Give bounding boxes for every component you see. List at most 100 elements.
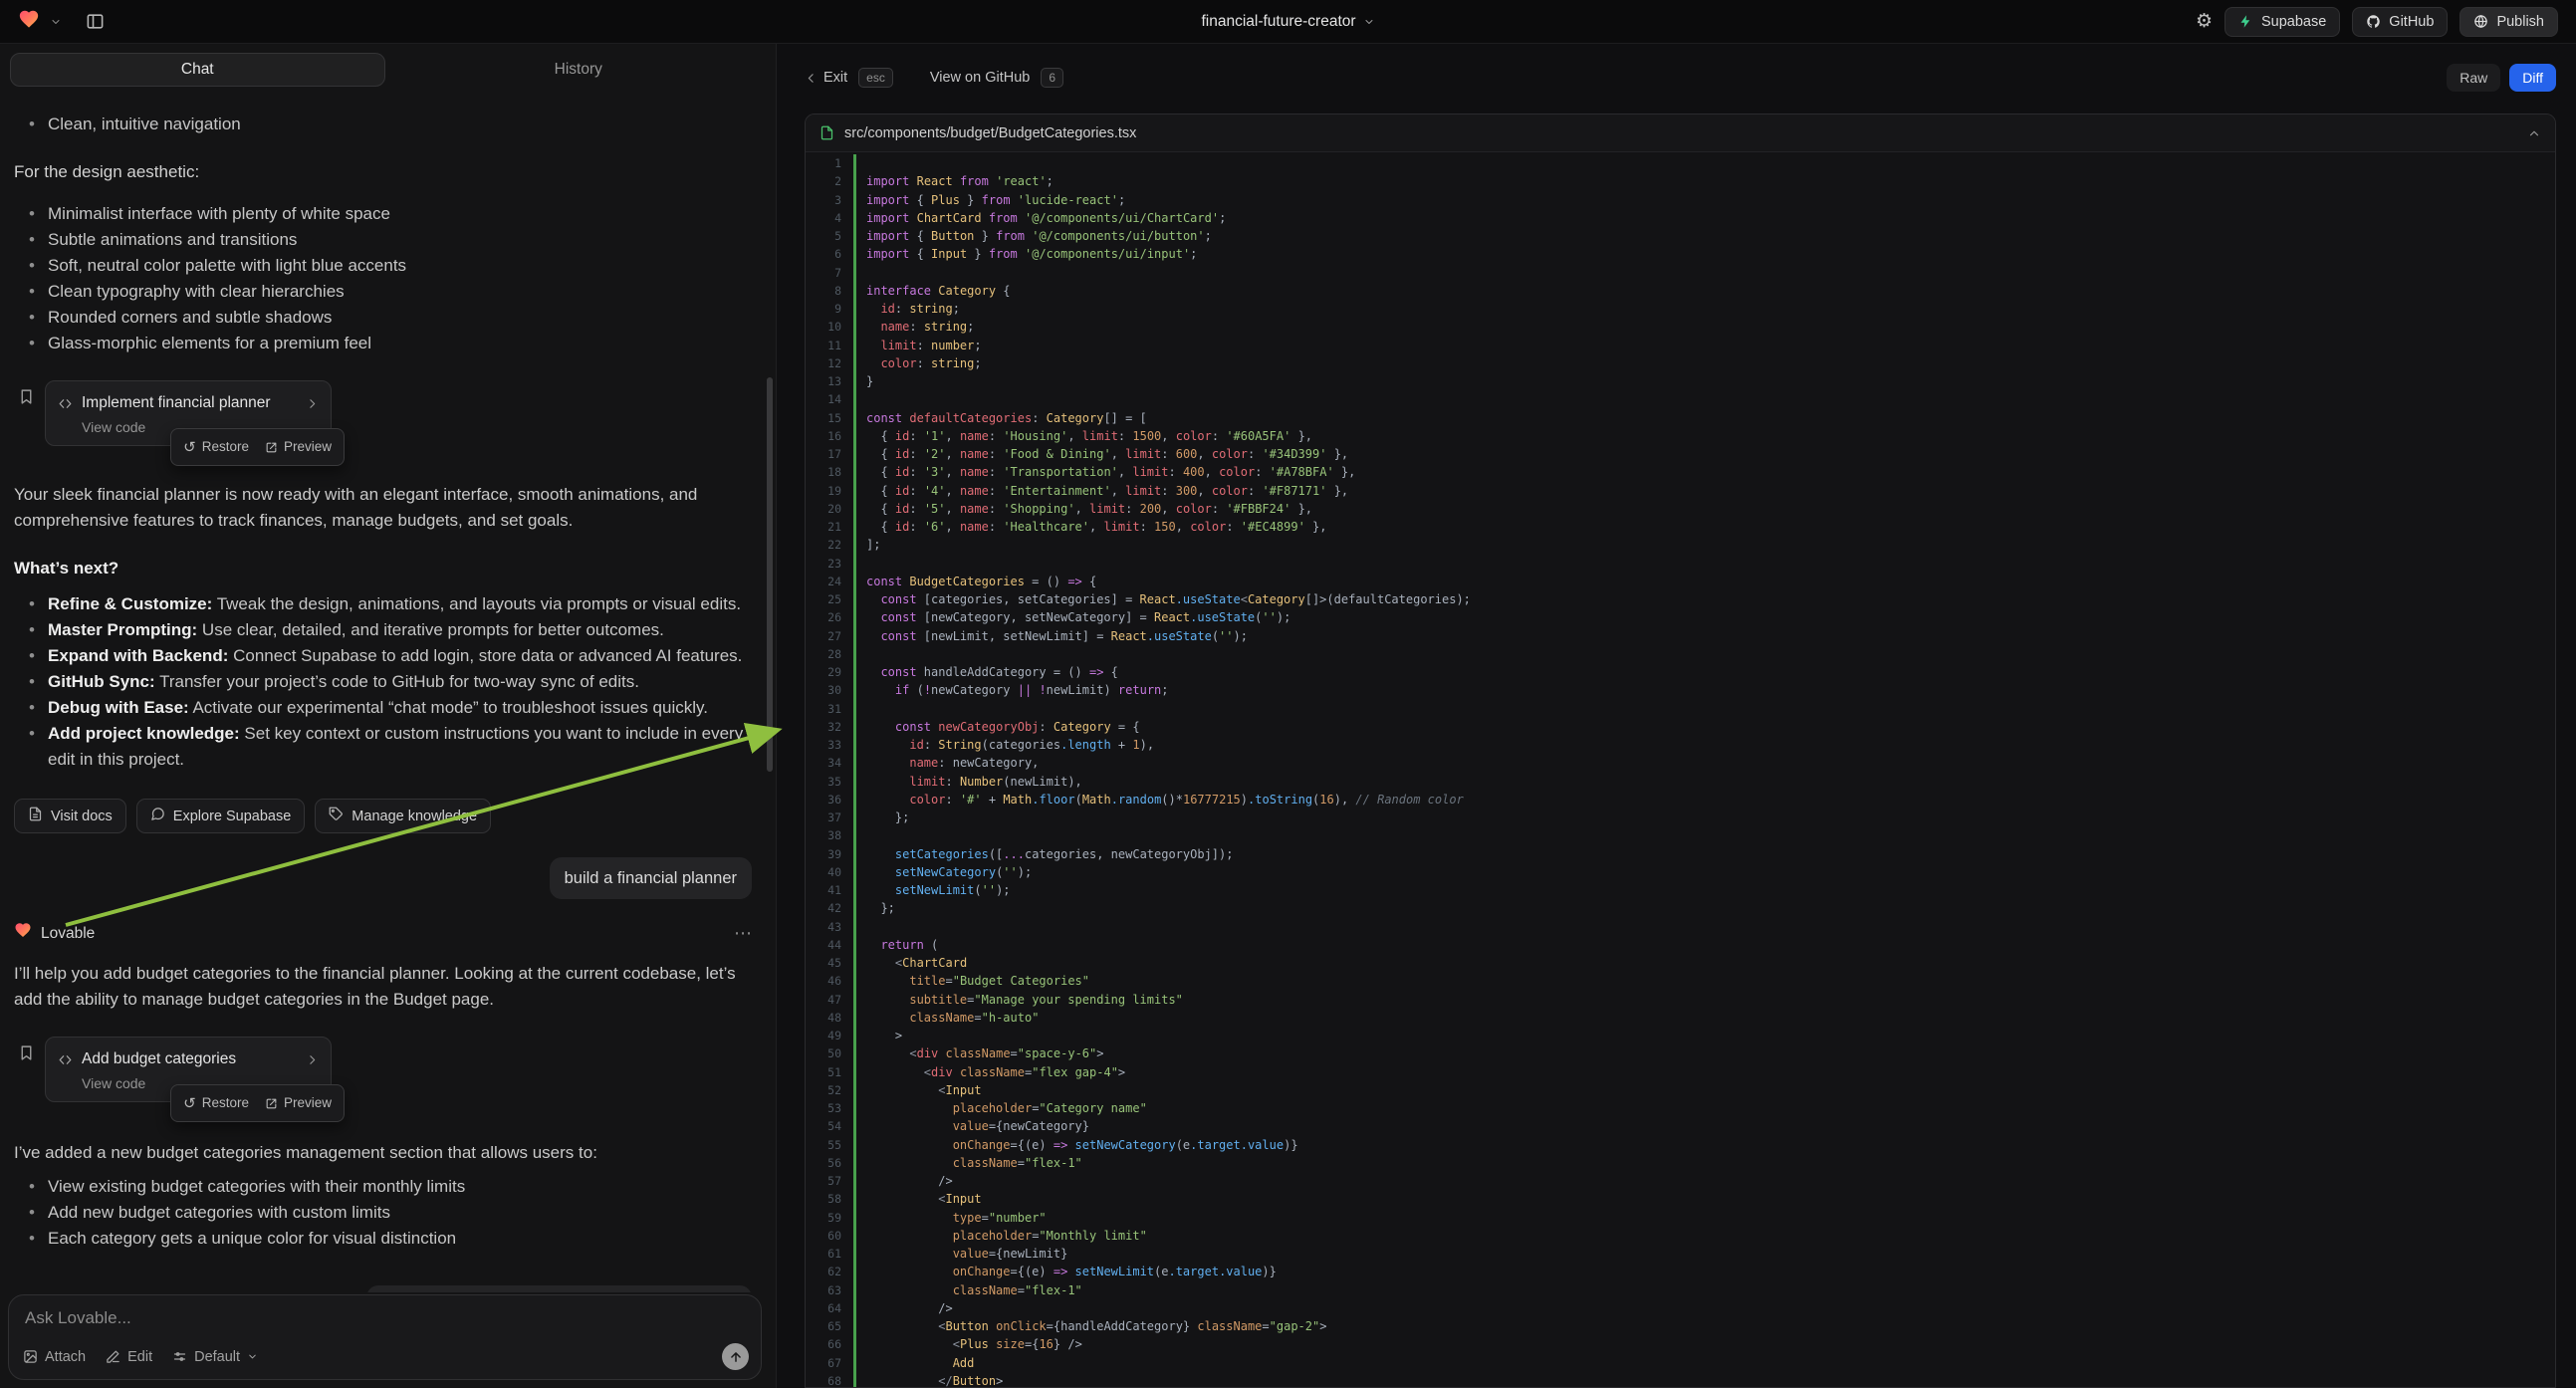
restore-button[interactable]: ↺ Restore bbox=[183, 1090, 249, 1116]
diff-added-bar bbox=[853, 1372, 856, 1387]
code-icon bbox=[58, 1052, 73, 1067]
send-button[interactable] bbox=[722, 1343, 749, 1370]
explore-supabase-button[interactable]: Explore Supabase bbox=[136, 799, 306, 833]
result-paragraph: I’ve added a new budget categories manag… bbox=[14, 1140, 752, 1166]
visit-docs-button[interactable]: Visit docs bbox=[14, 799, 126, 833]
chat-scrollbar[interactable] bbox=[767, 377, 773, 772]
diff-button[interactable]: Diff bbox=[2509, 64, 2556, 92]
diff-added-bar bbox=[853, 809, 856, 826]
lovable-app: financial-future-creator ⚙ Supabase GitH… bbox=[0, 0, 2576, 1388]
diff-added-bar bbox=[853, 154, 856, 172]
diff-added-bar bbox=[853, 1027, 856, 1044]
attach-button[interactable]: Attach bbox=[23, 1349, 86, 1365]
code-line: 21 { id: '6', name: 'Healthcare', limit:… bbox=[806, 518, 2555, 536]
file-header[interactable]: src/components/budget/BudgetCategories.t… bbox=[806, 115, 2555, 152]
logo-chevron-down-icon[interactable] bbox=[50, 16, 62, 28]
line-number: 19 bbox=[806, 482, 853, 500]
code-line: 7 bbox=[806, 264, 2555, 282]
code-line: 23 bbox=[806, 555, 2555, 573]
collapse-chevron-up-icon[interactable] bbox=[2527, 126, 2541, 140]
line-number: 12 bbox=[806, 354, 853, 372]
edit-card-implement-financial-planner[interactable]: Implement financial planner View code ↺ … bbox=[45, 380, 332, 446]
quick-actions-row: Visit docs Explore Supabase Manage knowled… bbox=[14, 799, 752, 833]
lovable-logo-icon[interactable] bbox=[18, 8, 40, 35]
user-message-row: would be cool if you could add budget ca… bbox=[14, 1285, 752, 1292]
whats-next-item: Master Prompting: Use clear, detailed, a… bbox=[29, 617, 752, 643]
line-number: 23 bbox=[806, 555, 853, 573]
chat-scrollback[interactable]: Clean, intuitive navigation For the desi… bbox=[0, 106, 776, 1292]
diff-added-bar bbox=[853, 172, 856, 190]
edit-mode-button[interactable]: Edit bbox=[106, 1349, 152, 1365]
manage-knowledge-button[interactable]: Manage knowledge bbox=[315, 799, 491, 833]
composer-input[interactable] bbox=[25, 1308, 745, 1328]
diff-added-bar bbox=[853, 337, 856, 354]
project-name: financial-future-creator bbox=[1201, 13, 1355, 31]
publish-button[interactable]: Publish bbox=[2459, 7, 2558, 37]
diff-added-bar bbox=[853, 1081, 856, 1099]
user-message-row: build a financial planner bbox=[14, 857, 752, 899]
chevron-right-icon bbox=[306, 1053, 319, 1066]
line-number: 68 bbox=[806, 1372, 853, 1387]
message-menu-icon[interactable]: ⋯ bbox=[734, 921, 752, 947]
code-line: 2import React from 'react'; bbox=[806, 172, 2555, 190]
line-number: 26 bbox=[806, 608, 853, 626]
chevron-right-icon bbox=[306, 397, 319, 410]
design-bullet-list: Minimalist interface with plenty of whit… bbox=[29, 201, 752, 356]
diff-added-bar bbox=[853, 700, 856, 718]
tab-history[interactable]: History bbox=[391, 53, 767, 87]
diff-added-bar bbox=[853, 681, 856, 699]
tab-chat[interactable]: Chat bbox=[10, 53, 385, 87]
exit-button[interactable]: Exit bbox=[805, 70, 847, 86]
sidebar-toggle-icon[interactable] bbox=[86, 12, 105, 31]
line-number: 49 bbox=[806, 1027, 853, 1044]
diff-added-bar bbox=[853, 936, 856, 954]
code-editor[interactable]: 12import React from 'react';3import { Pl… bbox=[806, 152, 2555, 1387]
restore-button[interactable]: ↺ Restore bbox=[183, 434, 249, 460]
code-line: 11 limit: number; bbox=[806, 337, 2555, 354]
view-on-github-button[interactable]: View on GitHub bbox=[930, 70, 1030, 86]
github-button[interactable]: GitHub bbox=[2352, 7, 2448, 37]
design-bullet-item: Clean typography with clear hierarchies bbox=[29, 279, 752, 305]
line-number: 30 bbox=[806, 681, 853, 699]
edit-card-add-budget-categories[interactable]: Add budget categories View code ↺ Restor… bbox=[45, 1037, 332, 1102]
settings-gear-icon[interactable]: ⚙ bbox=[2196, 12, 2213, 31]
diff-added-bar bbox=[853, 1009, 856, 1027]
diff-added-bar bbox=[853, 1136, 856, 1154]
model-select[interactable]: Default bbox=[172, 1349, 258, 1365]
code-line: 42 }; bbox=[806, 899, 2555, 917]
project-switcher[interactable]: financial-future-creator bbox=[1201, 13, 1374, 31]
diff-added-bar bbox=[853, 536, 856, 554]
chat-panel: Chat History Clean, intuitive navigation… bbox=[0, 44, 777, 1388]
preview-button[interactable]: Preview bbox=[265, 434, 332, 460]
line-number: 14 bbox=[806, 390, 853, 408]
bookmark-icon[interactable] bbox=[18, 1044, 35, 1061]
result-bullet-item: View existing budget categories with the… bbox=[29, 1174, 752, 1200]
code-line: 37 }; bbox=[806, 809, 2555, 826]
pencil-icon bbox=[106, 1349, 120, 1364]
code-line: 45 <ChartCard bbox=[806, 954, 2555, 972]
code-line: 28 bbox=[806, 645, 2555, 663]
line-number: 28 bbox=[806, 645, 853, 663]
lovable-heart-icon bbox=[14, 921, 32, 947]
supabase-button[interactable]: Supabase bbox=[2225, 7, 2340, 37]
diff-added-bar bbox=[853, 791, 856, 809]
raw-button[interactable]: Raw bbox=[2447, 64, 2500, 92]
line-number: 20 bbox=[806, 500, 853, 518]
preview-button[interactable]: Preview bbox=[265, 1090, 332, 1116]
line-number: 13 bbox=[806, 372, 853, 390]
code-line: 53 placeholder="Category name" bbox=[806, 1099, 2555, 1117]
code-line: 9 id: string; bbox=[806, 300, 2555, 318]
bookmark-icon[interactable] bbox=[18, 388, 35, 405]
edit-message-1: Implement financial planner View code ↺ … bbox=[14, 380, 752, 446]
line-number: 48 bbox=[806, 1009, 853, 1027]
code-line: 49 > bbox=[806, 1027, 2555, 1044]
diff-added-bar bbox=[853, 590, 856, 608]
code-line: 48 className="h-auto" bbox=[806, 1009, 2555, 1027]
code-line: 13} bbox=[806, 372, 2555, 390]
summary-paragraph: Your sleek financial planner is now read… bbox=[14, 482, 752, 534]
diff-added-bar bbox=[853, 318, 856, 336]
line-number: 31 bbox=[806, 700, 853, 718]
code-line: 39 setCategories([...categories, newCate… bbox=[806, 845, 2555, 863]
sliders-icon bbox=[172, 1349, 187, 1364]
line-number: 58 bbox=[806, 1190, 853, 1208]
